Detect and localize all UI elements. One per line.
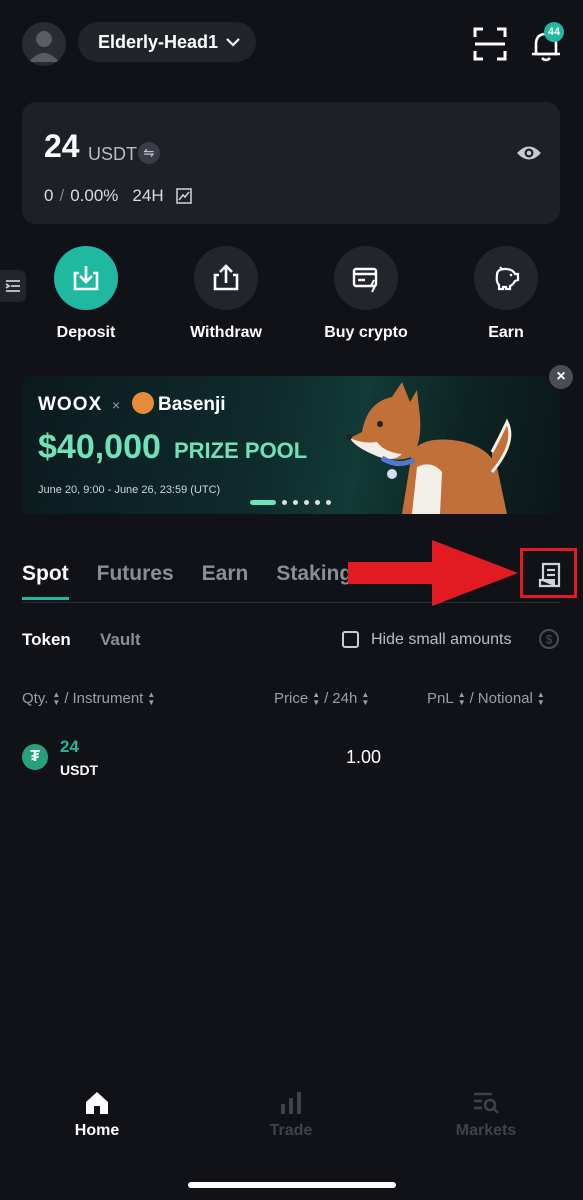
hide-small-checkbox[interactable]	[342, 631, 359, 648]
sort-icon: ▲ ▼	[52, 689, 61, 707]
tab-futures[interactable]: Futures	[97, 562, 174, 600]
bar-chart-icon	[281, 1092, 301, 1114]
buy-crypto-circle	[334, 246, 398, 310]
pnl-separator: /	[59, 186, 65, 205]
download-icon	[73, 266, 99, 291]
eye-icon[interactable]	[516, 142, 542, 164]
column-qty-label: Qty.	[22, 690, 49, 707]
pnl-value: 0	[44, 186, 54, 205]
sort-icon: ▲ ▼	[457, 689, 466, 707]
account-name: Elderly-Head1	[98, 31, 219, 52]
account-switcher[interactable]: Elderly-Head1	[78, 22, 257, 62]
tab-staking[interactable]: Staking	[276, 562, 352, 600]
carousel-dot[interactable]	[282, 500, 287, 505]
carousel-dot[interactable]	[293, 500, 298, 505]
balance-amount: 24	[44, 128, 80, 164]
list-icon	[5, 280, 20, 292]
basenji-logo-icon	[132, 392, 154, 414]
sort-icon: ▲ ▼	[147, 689, 156, 707]
column-separator: /	[324, 690, 329, 707]
nav-home[interactable]: Home	[37, 1090, 157, 1140]
balance-card: 24 USDT ⇋ 0 / 0.00% 24H	[22, 102, 560, 224]
markets-search-icon	[474, 1092, 499, 1114]
piggy-bank-icon	[495, 266, 520, 291]
withdraw-label: Withdraw	[190, 324, 262, 341]
column-price-label: Price	[274, 690, 309, 707]
row-qty[interactable]: 24	[60, 737, 79, 757]
sort-icon: ▲ ▼	[361, 689, 370, 707]
column-pnl-label: PnL	[427, 690, 454, 707]
portfolio-tabs: Spot Futures Earn Staking	[22, 562, 380, 600]
nav-markets-label: Markets	[455, 1122, 517, 1139]
column-qty-instrument[interactable]: Qty. ▲ ▼ / Instrument ▲ ▼	[22, 690, 155, 707]
usdt-icon: ₮	[22, 744, 48, 770]
svg-text:$: $	[546, 633, 553, 647]
prize-dates: June 20, 9:00 - June 26, 23:59 (UTC)	[38, 484, 221, 496]
earn-button[interactable]: Earn	[451, 246, 561, 342]
column-pnl-notional[interactable]: PnL ▲ ▼ / Notional ▲ ▼	[427, 690, 545, 707]
notifications-button[interactable]: 44	[524, 22, 568, 66]
history-icon[interactable]	[536, 560, 566, 590]
row-instrument[interactable]: USDT	[60, 762, 98, 778]
column-separator: /	[469, 690, 474, 707]
withdraw-button[interactable]: Withdraw	[171, 246, 281, 342]
sort-icon: ▲ ▼	[536, 689, 545, 707]
swap-icon[interactable]: ⇋	[138, 142, 160, 164]
sort-icon: ▲ ▼	[312, 689, 321, 707]
chart-icon[interactable]	[175, 188, 192, 204]
pnl-row: 0 / 0.00% 24H	[44, 186, 192, 206]
nav-home-label: Home	[74, 1122, 120, 1139]
deposit-button[interactable]: Deposit	[31, 246, 141, 342]
banner-close-button[interactable]: ×	[547, 363, 575, 391]
upload-icon	[213, 264, 239, 291]
promo-banner[interactable]: WOOX × Basenji $40,000 PRIZE POOL June 2…	[22, 376, 560, 514]
column-notional-label: Notional	[477, 690, 533, 707]
tab-earn[interactable]: Earn	[202, 562, 249, 600]
home-indicator[interactable]	[188, 1182, 396, 1188]
tab-spot[interactable]: Spot	[22, 562, 69, 600]
column-separator: /	[64, 690, 69, 707]
buy-crypto-label: Buy crypto	[324, 324, 408, 341]
avatar[interactable]	[22, 22, 66, 66]
prize-amount: $40,000	[38, 428, 161, 466]
currency-icon[interactable]: $	[538, 628, 560, 650]
column-instrument-label: Instrument	[72, 690, 144, 707]
earn-label: Earn	[488, 324, 524, 341]
column-price-change[interactable]: Price ▲ ▼ / 24h ▲ ▼	[274, 690, 369, 707]
nav-trade-label: Trade	[269, 1122, 313, 1139]
carousel-dots[interactable]	[250, 500, 331, 505]
side-drawer-handle[interactable]	[0, 270, 26, 302]
carousel-dot-active[interactable]	[250, 500, 276, 505]
pnl-percent: 0.00%	[70, 186, 119, 205]
card-icon	[352, 267, 378, 293]
deposit-circle	[54, 246, 118, 310]
buy-crypto-button[interactable]: Buy crypto	[311, 246, 421, 342]
earn-circle	[474, 246, 538, 310]
hide-small-label[interactable]: Hide small amounts	[371, 631, 512, 649]
banner-times: ×	[112, 397, 121, 413]
row-price[interactable]: 1.00	[346, 747, 381, 768]
carousel-dot[interactable]	[315, 500, 320, 505]
withdraw-circle	[194, 246, 258, 310]
pnl-period: 24H	[132, 186, 164, 205]
notification-badge: 44	[544, 22, 564, 42]
balance-unit: USDT	[88, 144, 137, 164]
carousel-dot[interactable]	[304, 500, 309, 505]
basenji-dog-illustration	[346, 382, 512, 514]
basenji-name: Basenji	[158, 394, 226, 415]
scan-icon[interactable]	[470, 24, 510, 64]
subtab-vault[interactable]: Vault	[100, 630, 141, 650]
prize-text: PRIZE POOL	[174, 438, 308, 463]
subtab-token[interactable]: Token	[22, 630, 71, 650]
nav-trade[interactable]: Trade	[231, 1090, 351, 1140]
column-change-label: 24h	[332, 690, 358, 707]
chevron-down-icon	[226, 38, 240, 47]
home-icon	[86, 1092, 108, 1114]
woox-logo: WOOX	[38, 394, 103, 415]
deposit-label: Deposit	[56, 324, 116, 341]
red-arrow-annotation	[348, 540, 518, 606]
carousel-dot[interactable]	[326, 500, 331, 505]
nav-markets[interactable]: Markets	[426, 1090, 546, 1140]
